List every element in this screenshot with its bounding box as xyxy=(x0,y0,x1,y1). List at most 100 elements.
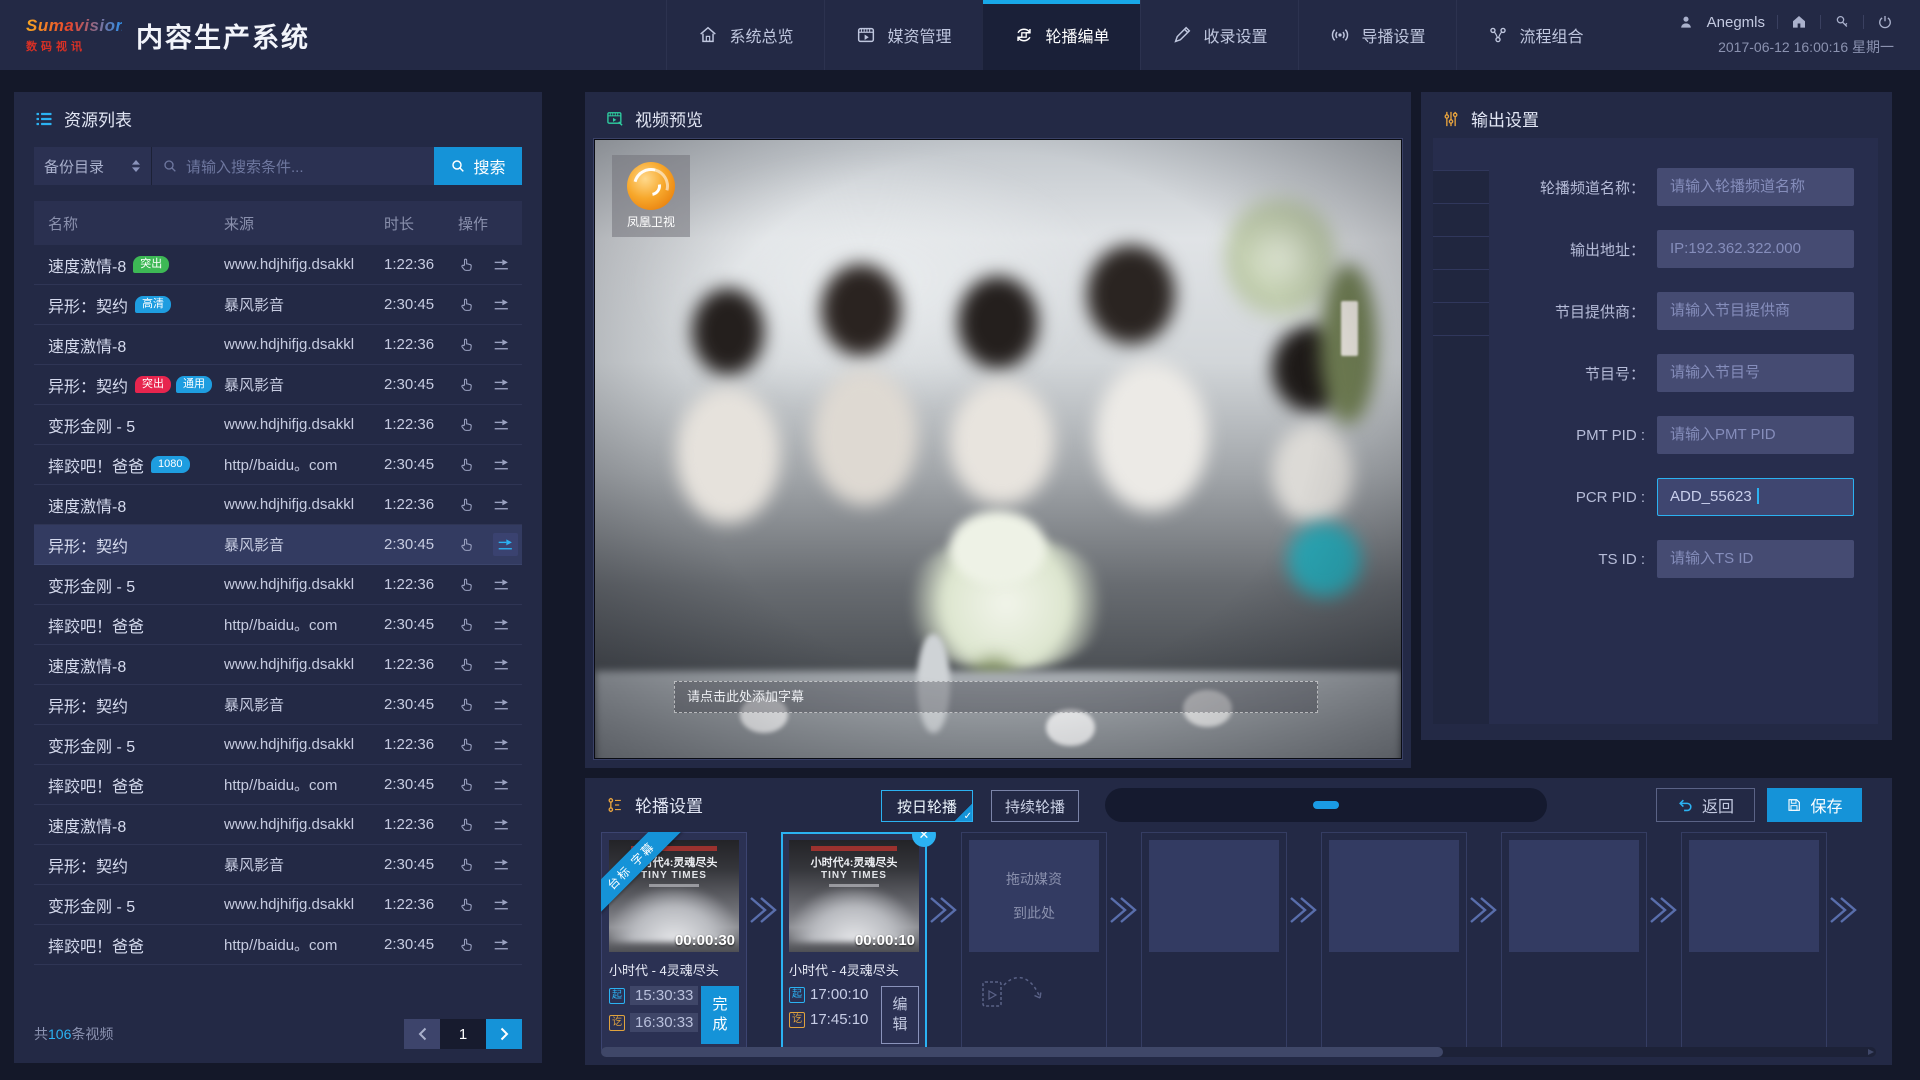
table-row[interactable]: 异形：契约 突出通用 暴风影音 2:30:45 xyxy=(34,365,522,405)
add-to-playlist-icon[interactable] xyxy=(493,936,510,953)
add-to-playlist-icon[interactable] xyxy=(493,816,510,833)
save-button[interactable]: 保存 xyxy=(1767,788,1862,822)
date-tab[interactable] xyxy=(1190,801,1216,809)
table-row[interactable]: 变形金刚 - 5 www.hdjhifjg.dsakkl 1:22:36 xyxy=(34,885,522,925)
table-row[interactable]: 速度激情-8 突出 www.hdjhifjg.dsakkl 1:22:36 xyxy=(34,245,522,285)
field-input[interactable]: 请输入轮播频道名称 xyxy=(1657,168,1854,206)
table-row[interactable]: 速度激情-8 www.hdjhifjg.dsakkl 1:22:36 xyxy=(34,325,522,365)
horizontal-scrollbar[interactable] xyxy=(601,1047,1876,1057)
add-to-playlist-icon[interactable] xyxy=(493,736,510,753)
add-to-playlist-icon[interactable] xyxy=(493,656,510,673)
empty-playlist-slot[interactable] xyxy=(1141,832,1287,1052)
preview-hand-icon[interactable] xyxy=(458,456,475,473)
daily-carousel-button[interactable]: 按日轮播 xyxy=(881,790,973,822)
add-to-playlist-icon[interactable] xyxy=(493,533,518,556)
table-row[interactable]: 摔跤吧！爸爸 1080 http//baidu。com 2:30:45 xyxy=(34,445,522,485)
table-row[interactable]: 速度激情-8 www.hdjhifjg.dsakkl 1:22:36 xyxy=(34,485,522,525)
add-to-playlist-icon[interactable] xyxy=(493,296,510,313)
table-row[interactable]: 变形金刚 - 5 www.hdjhifjg.dsakkl 1:22:36 xyxy=(34,725,522,765)
preview-hand-icon[interactable] xyxy=(458,536,475,553)
table-row[interactable]: 速度激情-8 www.hdjhifjg.dsakkl 1:22:36 xyxy=(34,645,522,685)
table-row[interactable]: 速度激情-8 www.hdjhifjg.dsakkl 1:22:36 xyxy=(34,805,522,845)
add-to-playlist-icon[interactable] xyxy=(493,456,510,473)
scrollbar-right-arrow[interactable] xyxy=(1868,1049,1874,1055)
edit-button[interactable]: 编辑 xyxy=(881,986,919,1044)
power-icon[interactable] xyxy=(1876,13,1894,31)
start-time-input[interactable]: 15:30:33 xyxy=(630,986,698,1005)
add-to-playlist-icon[interactable] xyxy=(493,256,510,273)
preview-hand-icon[interactable] xyxy=(458,256,475,273)
add-to-playlist-icon[interactable] xyxy=(493,696,510,713)
add-to-playlist-icon[interactable] xyxy=(493,616,510,633)
output-tab[interactable] xyxy=(1433,303,1489,336)
date-tab[interactable] xyxy=(1374,801,1400,809)
output-tab[interactable] xyxy=(1433,237,1489,270)
preview-hand-icon[interactable] xyxy=(458,416,475,433)
output-tab[interactable] xyxy=(1433,171,1489,204)
playlist-card-2-selected[interactable]: ✕ 小时代4:灵魂尽头 TINY TIMES 00:00:10 小时代 - 4灵… xyxy=(781,832,927,1052)
directory-filter-select[interactable]: 备份目录 xyxy=(34,147,152,185)
date-tab[interactable] xyxy=(1313,801,1339,809)
field-input[interactable]: 请输入节目提供商 xyxy=(1657,292,1854,330)
table-row[interactable]: 摔跤吧！爸爸 http//baidu。com 2:30:45 xyxy=(34,605,522,645)
table-row[interactable]: 异形：契约 暴风影音 2:30:45 xyxy=(34,525,522,565)
preview-hand-icon[interactable] xyxy=(458,576,475,593)
output-tab[interactable] xyxy=(1433,138,1489,171)
end-time-input[interactable]: 16:30:33 xyxy=(630,1013,698,1032)
field-input[interactable]: IP:192.362.322.000 xyxy=(1657,230,1854,268)
table-row[interactable]: 异形：契约 暴风影音 2:30:45 xyxy=(34,685,522,725)
add-to-playlist-icon[interactable] xyxy=(493,776,510,793)
add-to-playlist-icon[interactable] xyxy=(493,376,510,393)
preview-hand-icon[interactable] xyxy=(458,696,475,713)
nav-recording-settings[interactable]: 收录设置 xyxy=(1140,0,1298,70)
add-to-playlist-icon[interactable] xyxy=(493,336,510,353)
preview-hand-icon[interactable] xyxy=(458,856,475,873)
field-input[interactable]: 请输入PMT PID xyxy=(1657,416,1854,454)
date-tab[interactable] xyxy=(1497,801,1523,809)
empty-playlist-slot[interactable] xyxy=(1501,832,1647,1052)
prev-page-button[interactable] xyxy=(404,1019,440,1049)
preview-hand-icon[interactable] xyxy=(458,376,475,393)
nav-system-overview[interactable]: 系统总览 xyxy=(666,0,824,70)
search-input[interactable]: 请输入搜索条件... xyxy=(152,147,434,185)
video-player[interactable]: 凤凰卫视 请点击此处添加字幕 xyxy=(593,138,1403,760)
nav-carousel-playlist[interactable]: 轮播编单 xyxy=(982,0,1140,70)
playlist-card-1[interactable]: 台标 字幕 小时代4:灵魂尽头 TINY TIMES 00:00:30 小时代 … xyxy=(601,832,747,1052)
continuous-carousel-button[interactable]: 持续轮播 xyxy=(991,790,1079,822)
preview-hand-icon[interactable] xyxy=(458,656,475,673)
output-tab[interactable] xyxy=(1433,270,1489,303)
empty-playlist-slot[interactable] xyxy=(1321,832,1467,1052)
preview-hand-icon[interactable] xyxy=(458,736,475,753)
table-row[interactable]: 异形：契约 高清 暴风影音 2:30:45 xyxy=(34,285,522,325)
complete-button[interactable]: 完成 xyxy=(701,986,739,1044)
preview-hand-icon[interactable] xyxy=(458,616,475,633)
back-button[interactable]: 返回 xyxy=(1656,788,1755,822)
key-icon[interactable] xyxy=(1833,13,1851,31)
preview-hand-icon[interactable] xyxy=(458,936,475,953)
output-tab[interactable] xyxy=(1433,204,1489,237)
field-input[interactable]: ADD_55623 xyxy=(1657,478,1854,516)
preview-hand-icon[interactable] xyxy=(458,776,475,793)
preview-hand-icon[interactable] xyxy=(458,896,475,913)
add-to-playlist-icon[interactable] xyxy=(493,856,510,873)
table-row[interactable]: 变形金刚 - 5 www.hdjhifjg.dsakkl 1:22:36 xyxy=(34,565,522,605)
date-tab[interactable] xyxy=(1436,801,1462,809)
scrollbar-thumb[interactable] xyxy=(601,1047,1443,1057)
nav-flow-composition[interactable]: 流程组合 xyxy=(1456,0,1614,70)
add-to-playlist-icon[interactable] xyxy=(493,576,510,593)
preview-hand-icon[interactable] xyxy=(458,816,475,833)
add-to-playlist-icon[interactable] xyxy=(493,896,510,913)
subtitle-placeholder-box[interactable]: 请点击此处添加字幕 xyxy=(674,681,1318,713)
table-row[interactable]: 异形：契约 暴风影音 2:30:45 xyxy=(34,845,522,885)
nav-media-management[interactable]: 媒资管理 xyxy=(824,0,982,70)
home-shortcut-icon[interactable] xyxy=(1790,13,1808,31)
nav-director-settings[interactable]: 导播设置 xyxy=(1298,0,1456,70)
table-row[interactable]: 摔跤吧！爸爸 http//baidu。com 2:30:45 xyxy=(34,765,522,805)
table-row[interactable]: 摔跤吧！爸爸 http//baidu。com 2:30:45 xyxy=(34,925,522,965)
search-button[interactable]: 搜索 xyxy=(434,147,522,185)
preview-hand-icon[interactable] xyxy=(458,336,475,353)
field-input[interactable]: 请输入TS ID xyxy=(1657,540,1854,578)
next-page-button[interactable] xyxy=(486,1019,522,1049)
add-to-playlist-icon[interactable] xyxy=(493,496,510,513)
date-tab[interactable] xyxy=(1129,801,1155,809)
